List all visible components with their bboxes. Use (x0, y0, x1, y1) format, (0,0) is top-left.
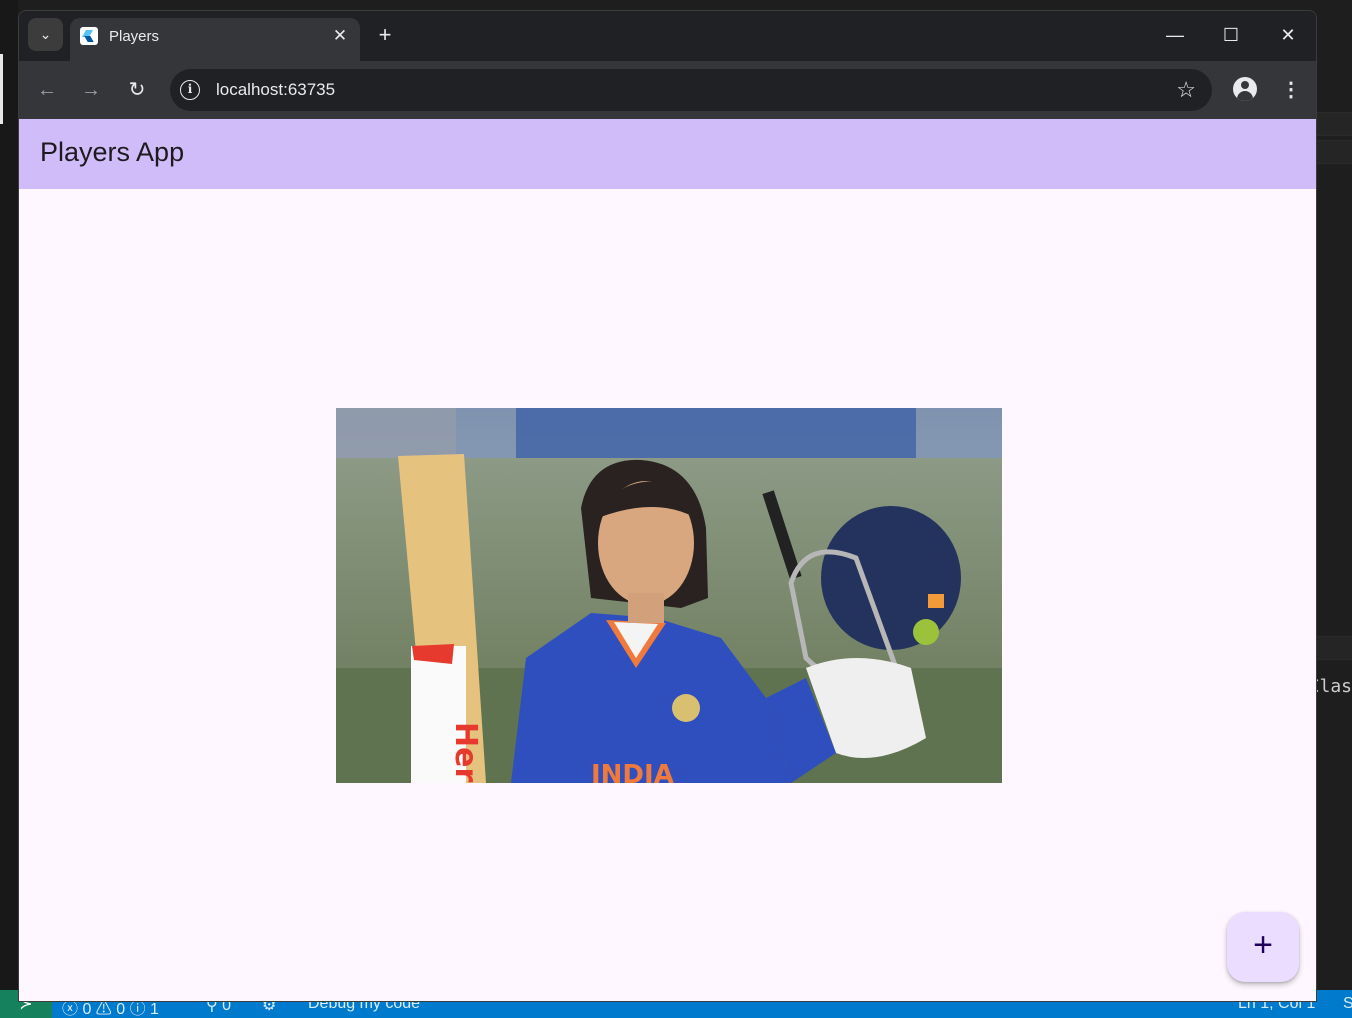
bookmark-star-icon[interactable]: ☆ (1176, 77, 1196, 103)
bat-brand-text: Her (448, 722, 483, 782)
tab-search-button[interactable]: ⌄ (28, 18, 63, 51)
app-title: Players App (40, 137, 185, 167)
maximize-button[interactable]: ☐ (1216, 22, 1246, 48)
close-tab-button[interactable]: ✕ (330, 26, 350, 46)
tab-title: Players (109, 28, 160, 45)
plus-icon: + (1253, 926, 1273, 964)
new-tab-button[interactable]: + (372, 22, 398, 48)
address-bar[interactable]: i localhost:63735 ☆ (170, 69, 1212, 111)
app-page: Players App Her INDIA + (19, 119, 1316, 1001)
browser-toolbar: ← → ↻ i localhost:63735 ☆ ⋮ (19, 61, 1316, 119)
reload-button[interactable]: ↻ (124, 77, 150, 103)
close-window-button[interactable]: ✕ (1273, 22, 1303, 48)
browser-menu-button[interactable]: ⋮ (1281, 77, 1301, 103)
add-player-button[interactable]: + (1227, 912, 1299, 982)
profile-icon[interactable] (1233, 77, 1257, 101)
tab-players[interactable]: Players ✕ (70, 18, 360, 61)
player-photo-illustration: Her INDIA (336, 408, 1002, 783)
status-right-item[interactable]: S (1343, 995, 1352, 1013)
tab-strip: ⌄ Players ✕ + — ☐ ✕ (19, 11, 1316, 61)
panel-row (1316, 140, 1352, 164)
site-info-icon[interactable]: i (180, 80, 200, 100)
panel-row (1316, 112, 1352, 136)
flutter-favicon-icon (80, 27, 98, 45)
activity-bar (0, 0, 18, 990)
jersey-text: INDIA (591, 760, 674, 783)
url-text[interactable]: localhost:63735 (216, 80, 335, 100)
app-bar: Players App (19, 119, 1316, 189)
background-side-panel (1316, 0, 1352, 990)
chevron-down-icon: ⌄ (39, 26, 52, 42)
browser-window: ⌄ Players ✕ + — ☐ ✕ ← → ↻ i localhost:63… (18, 10, 1317, 1002)
activity-indicator (0, 54, 3, 124)
panel-row (1316, 636, 1352, 660)
minimize-button[interactable]: — (1160, 22, 1190, 48)
back-button[interactable]: ← (34, 77, 60, 103)
forward-button[interactable]: → (78, 77, 104, 103)
player-photo: Her INDIA (336, 408, 1002, 783)
